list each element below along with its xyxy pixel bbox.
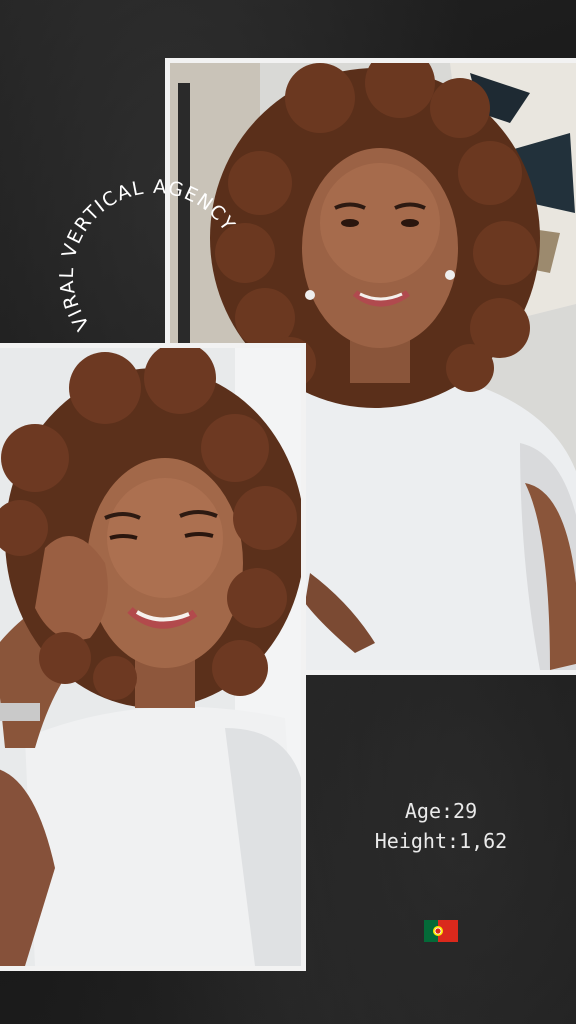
profile-stats: Age:29 Height:1,62: [306, 796, 576, 856]
svg-text:VIRAL VERTICAL AGENCY: VIRAL VERTICAL AGENCY: [56, 176, 240, 335]
age-value: 29: [453, 799, 478, 823]
age-label: Age:: [404, 799, 454, 823]
portugal-flag-icon: [424, 920, 458, 942]
age-line: Age:29: [306, 796, 576, 826]
height-label: Height:: [374, 829, 460, 853]
model-photo-left: [0, 343, 306, 971]
agency-name-arc: VIRAL VERTICAL AGENCY: [56, 176, 240, 335]
height-value: 1,62: [459, 829, 508, 853]
portrait-illustration-left: [0, 348, 301, 966]
agency-name: VIRAL VERTICAL AGENCY: [56, 176, 238, 335]
height-line: Height:1,62: [306, 826, 576, 856]
